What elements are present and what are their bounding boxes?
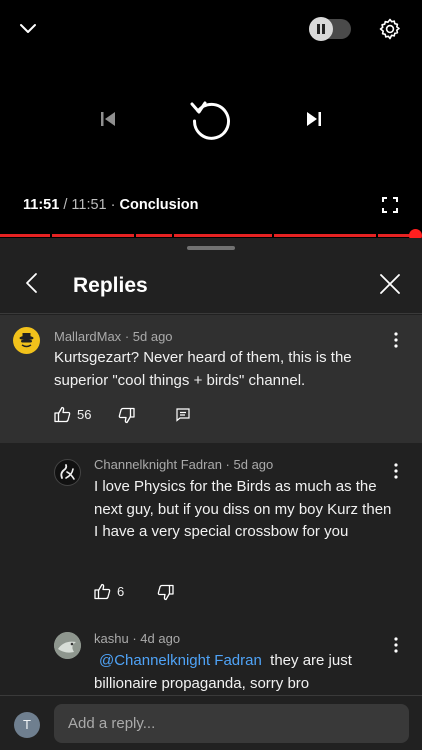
progress-bar[interactable]: [0, 234, 415, 237]
replies-panel: Replies MallardMax · 5d ago Kurtsgezart?…: [0, 238, 422, 750]
comment-age: 4d ago: [140, 631, 181, 646]
avatar[interactable]: T: [14, 712, 40, 738]
comment-author[interactable]: MallardMax: [54, 329, 121, 344]
parent-comment: MallardMax · 5d ago Kurtsgezart? Never h…: [0, 315, 422, 443]
panel-header: Replies: [0, 252, 422, 314]
comment-text: I love Physics for the Birds as much as …: [94, 478, 392, 540]
panel-title: Replies: [73, 274, 148, 297]
avatar[interactable]: [13, 327, 40, 354]
comment-meta: Channelknight Fadran · 5d ago: [94, 457, 274, 472]
thumb-down-icon: [157, 584, 174, 601]
chapter-marker: [134, 234, 136, 237]
comment-age: 5d ago: [132, 329, 173, 344]
thumb-up-icon: [94, 583, 111, 600]
reply-input[interactable]: [54, 704, 409, 743]
more-icon[interactable]: [387, 636, 405, 654]
gear-icon[interactable]: [378, 17, 402, 41]
next-icon[interactable]: [303, 108, 325, 130]
more-icon[interactable]: [387, 331, 405, 349]
drag-handle[interactable]: [187, 246, 235, 250]
chapter-title[interactable]: Conclusion: [120, 197, 199, 213]
like-count: 56: [77, 407, 92, 422]
chapter-marker: [272, 234, 274, 237]
autoplay-toggle[interactable]: [309, 17, 351, 41]
chapter-marker: [376, 234, 378, 237]
replay-icon[interactable]: [188, 96, 234, 142]
previous-icon[interactable]: [97, 108, 119, 130]
comment-meta: MallardMax · 5d ago: [54, 329, 173, 344]
current-time: 11:51: [23, 197, 60, 213]
like-count: 6: [117, 584, 125, 599]
chapter-marker: [172, 234, 174, 237]
reply-button[interactable]: [176, 408, 190, 422]
comment-text: Kurtsgezart? Never heard of them, this i…: [54, 349, 352, 389]
duration: 11:51: [71, 197, 107, 213]
avatar[interactable]: [54, 459, 81, 486]
chapter-marker: [50, 234, 52, 237]
time-display: 11:51 / 11:51 · Conclusion: [23, 197, 198, 213]
thumb-down-icon: [118, 407, 135, 424]
close-icon[interactable]: [378, 272, 402, 296]
comment-author[interactable]: Channelknight Fadran: [94, 457, 222, 472]
avatar[interactable]: [54, 632, 81, 659]
thumb-up-icon: [54, 406, 71, 423]
pause-icon: [309, 17, 333, 41]
chevron-down-icon[interactable]: [16, 16, 40, 40]
chapter-dot: ·: [110, 197, 116, 213]
reply-bar: T: [0, 695, 422, 750]
comment-author[interactable]: kashu: [94, 631, 129, 646]
dislike-button[interactable]: [157, 584, 174, 601]
fullscreen-icon[interactable]: [381, 196, 399, 214]
back-arrow-icon[interactable]: [20, 271, 44, 295]
comment-age: 5d ago: [233, 457, 274, 472]
time-separator: /: [63, 197, 68, 213]
dislike-button[interactable]: [118, 407, 135, 424]
user-mention[interactable]: @Channelknight Fadran: [99, 652, 262, 669]
like-button[interactable]: 6: [94, 583, 124, 600]
comment-text: @Channelknight Fadran they are just bill…: [94, 650, 394, 695]
reply-icon: [176, 408, 190, 422]
video-player[interactable]: 11:51 / 11:51 · Conclusion: [0, 0, 422, 242]
more-icon[interactable]: [387, 462, 405, 480]
comment-meta: kashu · 4d ago: [94, 631, 181, 646]
like-button[interactable]: 56: [54, 406, 91, 423]
